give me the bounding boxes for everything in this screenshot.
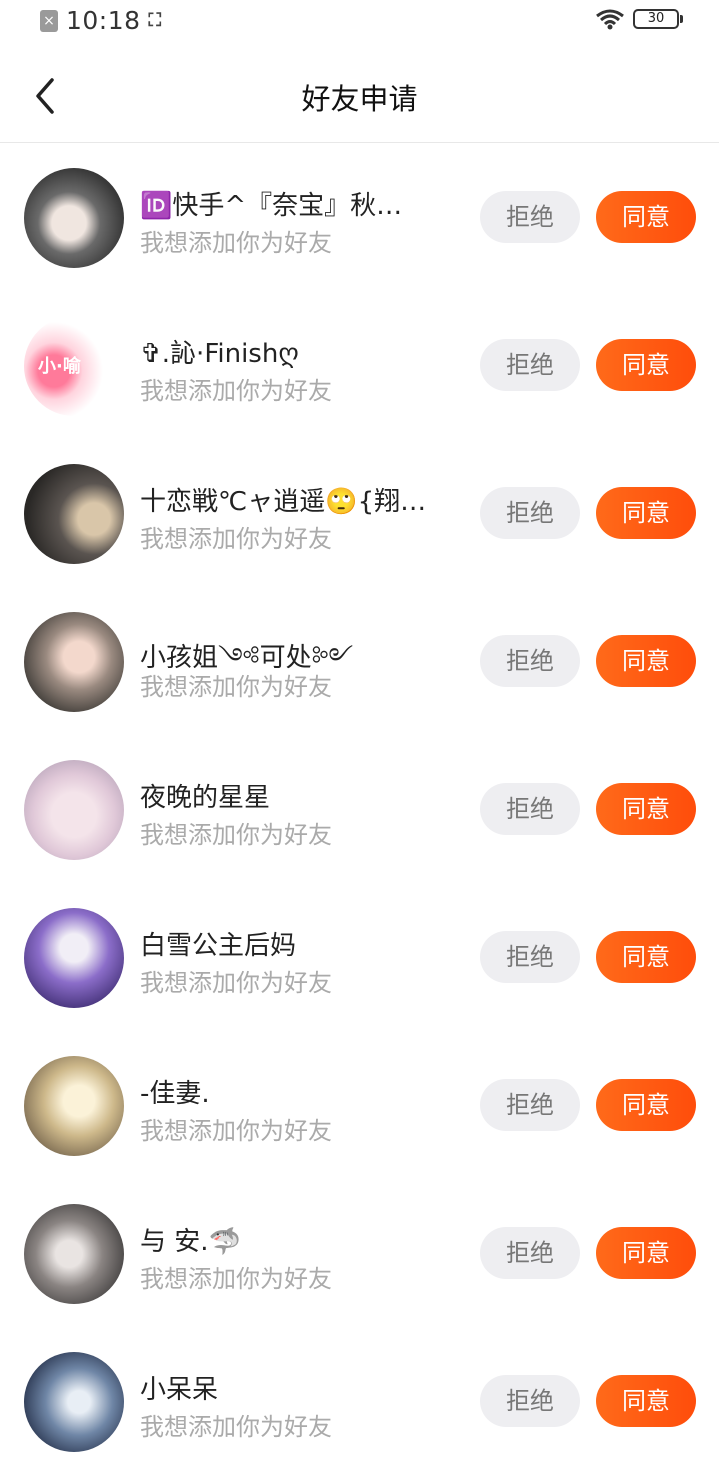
request-name: -佳妻.: [140, 1079, 210, 1109]
accept-button[interactable]: 同意: [596, 635, 696, 687]
reject-button[interactable]: 拒绝: [480, 487, 580, 539]
reject-button[interactable]: 拒绝: [480, 783, 580, 835]
avatar[interactable]: [24, 908, 124, 1008]
avatar[interactable]: [24, 1056, 124, 1156]
request-message: 我想添加你为好友: [140, 229, 332, 257]
list-item: 白雪公主后妈 我想添加你为好友 拒绝 同意: [0, 883, 719, 1031]
list-item: 小·喻 ✞.訫·Finishღ 我想添加你为好友 拒绝 同意: [0, 291, 719, 439]
request-name: 十恋戦℃ャ逍遥🙄{翔…: [140, 487, 427, 517]
avatar[interactable]: 小·喻: [24, 316, 124, 416]
reject-button[interactable]: 拒绝: [480, 191, 580, 243]
accept-button[interactable]: 同意: [596, 1375, 696, 1427]
reject-button[interactable]: 拒绝: [480, 635, 580, 687]
accept-button[interactable]: 同意: [596, 339, 696, 391]
accept-button[interactable]: 同意: [596, 191, 696, 243]
avatar[interactable]: [24, 1352, 124, 1452]
request-name: ✞.訫·Finishღ: [140, 339, 299, 369]
avatar[interactable]: [24, 1204, 124, 1304]
list-item: 十恋戦℃ャ逍遥🙄{翔… 我想添加你为好友 拒绝 同意: [0, 439, 719, 587]
page-title: 好友申请: [301, 82, 418, 116]
nav-bar: 好友申请: [0, 50, 719, 143]
list-item: 🆔快手^『奈宝』秋… 我想添加你为好友 拒绝 同意: [0, 143, 719, 291]
friend-request-list: 🆔快手^『奈宝』秋… 我想添加你为好友 拒绝 同意 小·喻 ✞.訫·Finish…: [0, 143, 719, 1475]
notification-icon: ×: [40, 9, 58, 32]
reject-button[interactable]: 拒绝: [480, 1375, 580, 1427]
reject-button[interactable]: 拒绝: [480, 931, 580, 983]
accept-button[interactable]: 同意: [596, 1079, 696, 1131]
avatar[interactable]: [24, 168, 124, 268]
request-message: 我想添加你为好友: [140, 377, 332, 405]
request-message: 我想添加你为好友: [140, 1117, 332, 1145]
accept-button[interactable]: 同意: [596, 931, 696, 983]
list-item: -佳妻. 我想添加你为好友 拒绝 同意: [0, 1031, 719, 1179]
request-name: 🆔快手^『奈宝』秋…: [140, 191, 403, 221]
screenshot-icon: ⛶: [148, 10, 162, 31]
request-name: 白雪公主后妈: [140, 931, 297, 961]
request-message: 我想添加你为好友: [140, 1413, 332, 1441]
avatar[interactable]: [24, 612, 124, 712]
request-message: 我想添加你为好友: [140, 969, 332, 997]
request-name: 与 安.🦈: [140, 1227, 241, 1257]
battery-icon: 30: [633, 9, 683, 29]
request-message: 我想添加你为好友: [140, 1265, 332, 1293]
avatar[interactable]: [24, 464, 124, 564]
accept-button[interactable]: 同意: [596, 1227, 696, 1279]
request-name: 小呆呆: [140, 1375, 219, 1405]
avatar[interactable]: [24, 760, 124, 860]
avatar-text: 小·喻: [38, 356, 81, 377]
list-item: 与 安.🦈 我想添加你为好友 拒绝 同意: [0, 1179, 719, 1327]
status-left: × 10:18 ⛶: [40, 6, 161, 35]
status-time: 10:18: [66, 6, 141, 35]
reject-button[interactable]: 拒绝: [480, 1079, 580, 1131]
list-item: 小呆呆 我想添加你为好友 拒绝 同意: [0, 1327, 719, 1475]
reject-button[interactable]: 拒绝: [480, 339, 580, 391]
list-item: 夜晚的星星 我想添加你为好友 拒绝 同意: [0, 735, 719, 883]
status-right: 30: [595, 8, 683, 30]
request-message: 我想添加你为好友: [140, 673, 332, 701]
reject-button[interactable]: 拒绝: [480, 1227, 580, 1279]
list-item: 小孩姐༺可处༻ 我想添加你为好友 拒绝 同意: [0, 587, 719, 735]
wifi-icon: [595, 8, 625, 30]
status-bar: × 10:18 ⛶ 30: [0, 0, 719, 42]
request-message: 我想添加你为好友: [140, 525, 332, 553]
accept-button[interactable]: 同意: [596, 783, 696, 835]
request-message: 我想添加你为好友: [140, 821, 332, 849]
request-name: 夜晚的星星: [140, 783, 271, 813]
accept-button[interactable]: 同意: [596, 487, 696, 539]
